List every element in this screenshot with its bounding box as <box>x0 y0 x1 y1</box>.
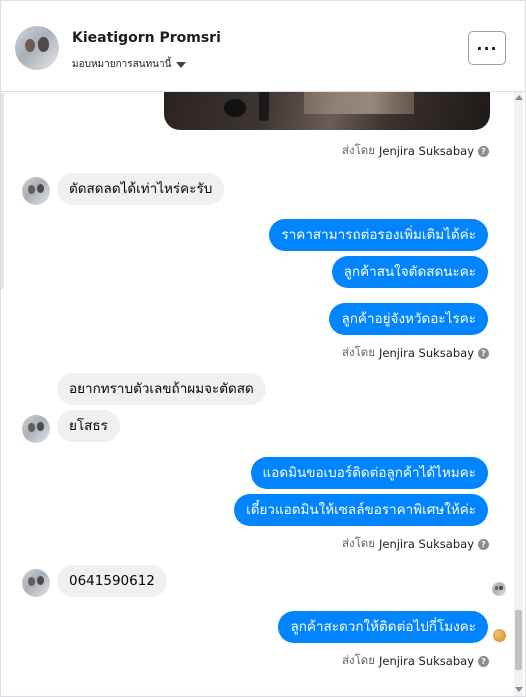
message-bubble-outgoing[interactable]: เดี๋ยวแอดมินให้เซลล์ขอราคาพิเศษให้ค่ะ <box>234 494 488 526</box>
panel-edge <box>1 93 4 289</box>
customer-avatar[interactable] <box>22 177 50 205</box>
sent-by-prefix: ส่งโดย <box>341 143 375 157</box>
scrollbar-thumb[interactable] <box>515 610 522 670</box>
caret-down-icon <box>176 61 187 68</box>
contact-avatar[interactable] <box>15 26 59 70</box>
sent-by-agent[interactable]: Jenjira Suksabay <box>379 654 474 668</box>
scroll-up-icon[interactable] <box>515 95 523 100</box>
message-bubble-incoming[interactable]: 0641590612 <box>57 565 167 597</box>
sent-by-label: ส่งโดย Jenjira Suksabay ? <box>342 142 489 160</box>
message-bubble-outgoing[interactable]: แอดมินขอเบอร์ติดต่อลูกค้าได้ไหมคะ <box>250 457 488 489</box>
assign-label: มอบหมายการสนทนานี้ <box>72 59 172 70</box>
sent-by-prefix: ส่งโดย <box>341 345 375 359</box>
assign-conversation-dropdown[interactable]: มอบหมายการสนทนานี้ <box>72 57 187 72</box>
message-bubble-outgoing[interactable]: ราคาสามารถต่อรองเพิ่มเติมได้ค่ะ <box>269 219 488 251</box>
sent-by-agent[interactable]: Jenjira Suksabay <box>379 537 474 551</box>
customer-avatar[interactable] <box>22 569 50 597</box>
message-bubble-incoming[interactable]: ตัดสดลดได้เท่าไหร่คะรับ <box>57 173 225 205</box>
question-circle-icon[interactable]: ? <box>478 538 489 550</box>
question-circle-icon[interactable]: ? <box>478 655 489 667</box>
sent-by-prefix: ส่งโดย <box>341 536 375 550</box>
message-bubble-outgoing[interactable]: ลูกค้าสะดวกให้ติดต่อไปกี่โมงคะ <box>278 611 488 643</box>
sent-by-agent[interactable]: Jenjira Suksabay <box>379 346 474 360</box>
message-bubble-incoming[interactable]: อยากทราบตัวเลขถ้าผมจะตัดสด <box>57 373 266 405</box>
sent-by-label: ส่งโดย Jenjira Suksabay ? <box>342 344 489 362</box>
message-bubble-outgoing[interactable]: ลูกค้าอยู่จังหวัดอะไรคะ <box>329 303 488 335</box>
question-circle-icon[interactable]: ? <box>478 347 489 359</box>
more-options-button[interactable]: ··· <box>468 31 506 65</box>
seen-avatar <box>493 629 506 642</box>
customer-avatar[interactable] <box>22 415 50 443</box>
photo-detail <box>224 99 246 117</box>
scroll-down-icon[interactable] <box>515 687 523 692</box>
contact-name[interactable]: Kieatigorn Promsri <box>72 30 221 46</box>
sent-by-label: ส่งโดย Jenjira Suksabay ? <box>342 652 489 670</box>
conversation-header: Kieatigorn Promsri มอบหมายการสนทนานี้ ··… <box>1 1 525 92</box>
sent-by-label: ส่งโดย Jenjira Suksabay ? <box>342 535 489 553</box>
sent-by-agent[interactable]: Jenjira Suksabay <box>379 144 474 158</box>
message-bubble-outgoing[interactable]: ลูกค้าสนใจตัดสดนะคะ <box>331 256 488 288</box>
scrollbar[interactable] <box>514 92 523 696</box>
question-circle-icon[interactable]: ? <box>478 145 489 157</box>
seen-avatar <box>492 582 506 596</box>
conversation-panel: ส่งโดย Jenjira Suksabay ? ตัดสดลดได้เท่า… <box>0 0 526 697</box>
sent-by-prefix: ส่งโดย <box>341 653 375 667</box>
message-bubble-incoming[interactable]: ยโสธร <box>57 410 120 442</box>
